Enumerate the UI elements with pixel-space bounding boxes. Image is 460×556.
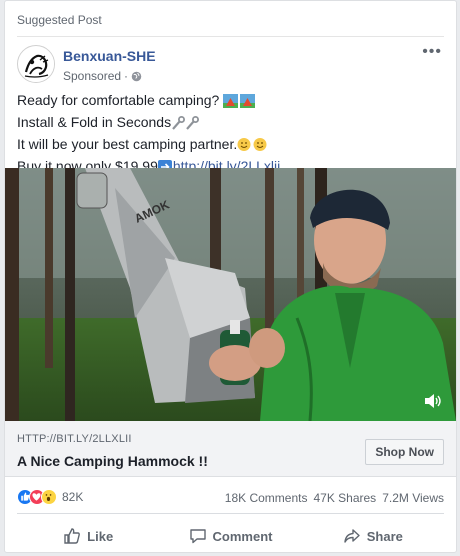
sponsored-row: Sponsored · (63, 69, 142, 83)
comment-label: Comment (212, 528, 273, 544)
thumbs-up-icon (63, 527, 81, 545)
comment-bubble-icon (189, 527, 207, 545)
link-headline[interactable]: A Nice Camping Hammock !! (17, 453, 208, 469)
divider (17, 36, 444, 37)
reaction-summary[interactable]: 82K (17, 489, 83, 505)
more-options-icon[interactable]: ••• (422, 44, 442, 60)
video-frame: AMOK (5, 168, 456, 421)
sponsored-label[interactable]: Sponsored (63, 69, 121, 83)
post-header: Benxuan-SHE Sponsored · (17, 45, 437, 85)
tent-emoji-icon (223, 94, 257, 113)
engagement-stats: 82K 18K Comments 47K Shares 7.2M Views (17, 487, 444, 509)
like-label: Like (87, 528, 114, 544)
action-bar: Like Comment Share (17, 521, 444, 551)
share-button[interactable]: Share (302, 521, 444, 551)
wrench-emoji-icon (171, 116, 201, 135)
suggested-post-label: Suggested Post (17, 13, 102, 27)
post-line: Ready for comfortable camping? (17, 91, 447, 113)
counts-group: 18K Comments 47K Shares 7.2M Views (225, 491, 444, 505)
share-label: Share (366, 528, 403, 544)
shares-count[interactable]: 47K Shares (313, 491, 376, 505)
link-domain: HTTP://BIT.LY/2LLXLII (17, 433, 132, 445)
shop-now-button[interactable]: Shop Now (365, 439, 444, 465)
comments-count[interactable]: 18K Comments (225, 491, 308, 505)
link-preview[interactable]: HTTP://BIT.LY/2LLXLII A Nice Camping Ham… (5, 421, 456, 477)
sponsored-post-card: Suggested Post Benxuan-SHE Sponsored · •… (4, 0, 457, 553)
share-arrow-icon (343, 527, 361, 545)
post-line: It will be your best camping partner. (17, 135, 447, 157)
globe-icon (131, 71, 142, 82)
page-name-link[interactable]: Benxuan-SHE (63, 48, 156, 64)
like-button[interactable]: Like (17, 521, 159, 551)
separator-dot: · (124, 69, 129, 83)
post-line: Install & Fold in Seconds (17, 113, 447, 135)
wow-reaction-icon (41, 489, 57, 505)
views-count[interactable]: 7.2M Views (382, 491, 444, 505)
comment-button[interactable]: Comment (159, 521, 301, 551)
smile-emoji-icon (237, 137, 269, 157)
page-avatar[interactable] (17, 45, 55, 83)
volume-icon[interactable] (424, 393, 442, 409)
reaction-count[interactable]: 82K (62, 490, 83, 504)
divider (17, 513, 444, 514)
post-message: Ready for comfortable camping? Install &… (17, 91, 447, 179)
video-player[interactable]: AMOK (5, 168, 456, 421)
